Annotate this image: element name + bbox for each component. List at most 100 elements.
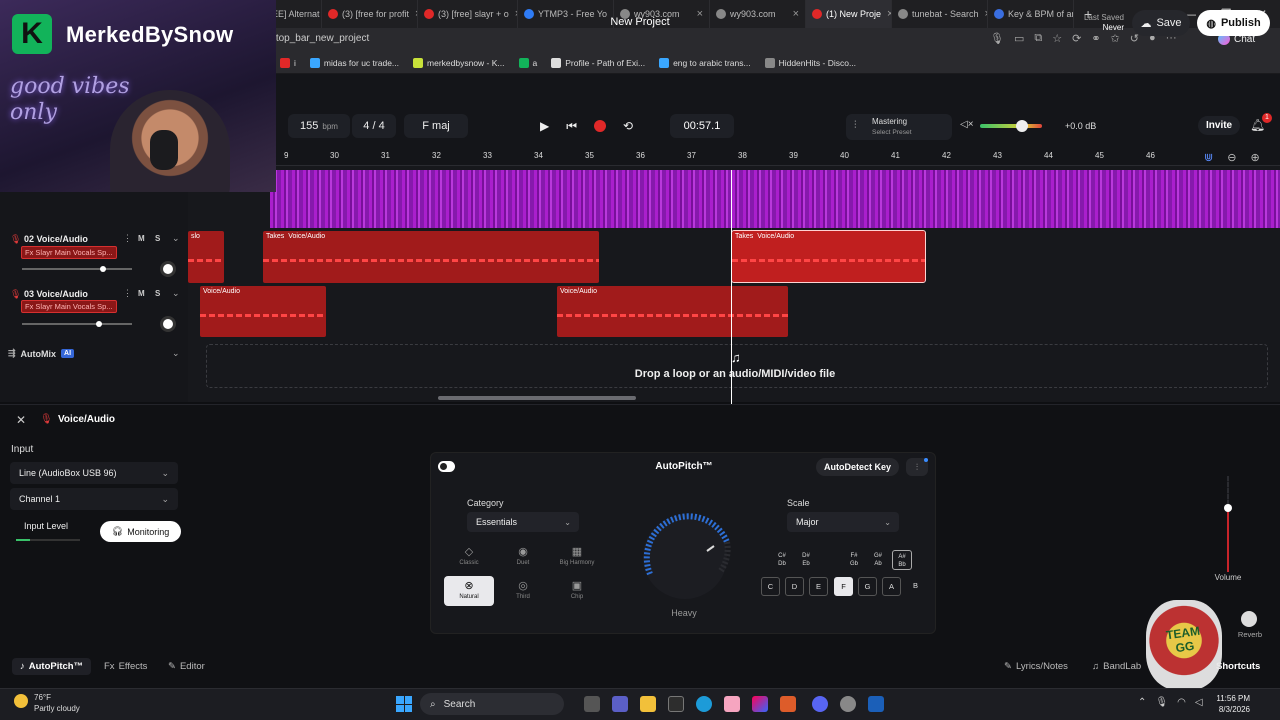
shortcuts-button[interactable]: Shortcuts	[1216, 661, 1260, 672]
save-button[interactable]: ☁ Save	[1132, 10, 1190, 36]
mic-icon[interactable]: 🎙	[990, 32, 1004, 45]
network-icon[interactable]: ◠	[1177, 697, 1186, 708]
sharp-key[interactable]: D# Eb	[796, 550, 816, 570]
publish-button[interactable]: ◍ Publish	[1197, 10, 1270, 36]
natural-key[interactable]: C	[761, 577, 780, 596]
sync-icon[interactable]: ⚭	[1091, 32, 1100, 45]
store-icon[interactable]	[668, 696, 684, 712]
style-option[interactable]: ▣ Chip	[552, 576, 602, 606]
input-device-select[interactable]: Line (AudioBox USB 96) ⌄	[10, 462, 178, 484]
reverb-knob[interactable]	[1241, 611, 1257, 627]
app-icon[interactable]	[868, 696, 884, 712]
slider-handle[interactable]	[100, 266, 106, 272]
beat-track-waveform[interactable]	[270, 170, 1280, 228]
browser-tab[interactable]: Key & BPM of an×	[988, 0, 1074, 28]
tab-close-icon[interactable]: ×	[787, 8, 799, 20]
browser-tab[interactable]: (1) New Proje×	[806, 0, 892, 28]
tab-effects[interactable]: Fx Effects	[104, 661, 147, 672]
autodetect-key-button[interactable]: AutoDetect Key	[816, 458, 899, 476]
style-option[interactable]: ⊗ Natural	[444, 576, 494, 606]
track-volume-slider[interactable]	[22, 266, 132, 272]
chevron-down-icon[interactable]: ⌄	[172, 233, 180, 244]
loop-icon[interactable]: ⟲	[623, 119, 633, 133]
tab-close-icon[interactable]: ×	[881, 8, 891, 20]
play-icon[interactable]: ▶	[540, 119, 549, 133]
chevron-down-icon[interactable]: ⌄	[172, 288, 180, 299]
natural-key[interactable]: A	[882, 577, 901, 596]
star-icon[interactable]: ☆	[1052, 32, 1062, 45]
natural-key[interactable]: B	[906, 577, 925, 596]
url-text[interactable]: =top_bar_new_project	[270, 33, 369, 44]
magnet-icon[interactable]: ⋓	[1204, 151, 1213, 164]
automix-row[interactable]: ⇶ AutoMix AI	[8, 348, 75, 359]
invite-button[interactable]: Invite	[1198, 116, 1241, 135]
natural-key[interactable]: E	[809, 577, 828, 596]
settings-icon[interactable]	[840, 696, 856, 712]
fx-preset-label[interactable]: Fx Slayr Main Vocals Sp...	[21, 246, 117, 259]
speaker-mute-icon[interactable]: ◁×	[960, 119, 974, 130]
mic-icon[interactable]: 🎙︎	[1155, 697, 1168, 708]
task-view-icon[interactable]	[584, 696, 600, 712]
translate-icon[interactable]: ⧉	[1034, 32, 1042, 45]
speaker-icon[interactable]: ◁	[1195, 697, 1203, 708]
track-name[interactable]: 03 Voice/Audio	[24, 289, 88, 299]
track-menu-icon[interactable]: ⋮	[123, 233, 132, 244]
natural-key[interactable]: D	[785, 577, 804, 596]
tab-lyrics[interactable]: ✎ Lyrics/Notes	[1004, 661, 1068, 672]
chevron-up-icon[interactable]: ⌃	[1138, 697, 1146, 708]
audio-clip-selected[interactable]: Takes Voice/Audio	[731, 230, 926, 283]
track-menu-icon[interactable]: ⋮	[123, 288, 132, 299]
windows-start-icon[interactable]	[396, 696, 412, 712]
style-option[interactable]: ▦ Big Harmony	[552, 542, 602, 572]
mastering-button[interactable]: ⫶ Mastering Select Preset	[846, 114, 952, 140]
horizontal-scrollbar[interactable]	[438, 396, 636, 400]
zoom-in-icon[interactable]: ⊕	[1250, 151, 1259, 164]
teams-icon[interactable]	[612, 696, 628, 712]
volume-fader[interactable]	[1212, 476, 1244, 572]
sharp-key[interactable]: G# Ab	[868, 550, 888, 570]
bookmark-item[interactable]: i	[280, 57, 296, 68]
browser-tab[interactable]: (3) [free] slayr + o×	[418, 0, 518, 28]
audio-clip[interactable]: Takes Voice/Audio	[263, 231, 599, 283]
weather-widget[interactable]: 76°F Partly cloudy	[14, 692, 80, 714]
skip-to-start-icon[interactable]: ⏮	[566, 119, 577, 134]
channel-select[interactable]: Channel 1 ⌄	[10, 488, 178, 510]
bookmark-item[interactable]: merkedbysnow - K...	[413, 57, 505, 68]
project-title[interactable]: New Project	[560, 16, 720, 28]
tab-autopitch[interactable]: ♪ AutoPitch™	[12, 658, 92, 675]
natural-key[interactable]: G	[858, 577, 877, 596]
tab-editor[interactable]: ✎ Editor	[168, 661, 205, 672]
clock[interactable]: 11:56 PM 8/3/2026	[1208, 693, 1250, 715]
timeline-ruler[interactable]: 9 30 31 32 33 34 35 36 37 38 39 40 41 42 43 44 45 46	[276, 148, 1280, 166]
autopitch-strength-dial[interactable]	[632, 504, 738, 610]
time-signature-field[interactable]: 4 / 4	[352, 114, 396, 138]
bookmark-item[interactable]: midas for uc trade...	[309, 57, 399, 68]
extension-icon[interactable]: ⟳	[1072, 32, 1081, 45]
fader-handle[interactable]	[1224, 504, 1232, 512]
sharp-key[interactable]: C# Db	[772, 550, 792, 570]
autopitch-toggle[interactable]	[438, 461, 455, 472]
key-field[interactable]: F maj	[404, 114, 468, 138]
browser-tab[interactable]: (3) [free for profit×	[322, 0, 418, 28]
monitoring-button[interactable]: 🎧︎ Monitoring	[100, 521, 181, 542]
solo-button[interactable]: S	[155, 234, 160, 243]
browser-tab[interactable]: tunebat - Search×	[892, 0, 988, 28]
tempo-field[interactable]: 155 bpm	[288, 114, 350, 138]
pan-knob[interactable]	[160, 261, 176, 277]
taskbar-search[interactable]: ⌕ Search	[420, 693, 564, 715]
pan-knob[interactable]	[160, 316, 176, 332]
audio-clip[interactable]: Voice/Audio	[200, 286, 326, 337]
audio-clip[interactable]: Voice/Audio	[557, 286, 788, 337]
style-option[interactable]: ◉ Duet	[498, 542, 548, 572]
powerpoint-icon[interactable]	[780, 696, 796, 712]
track-name[interactable]: 02 Voice/Audio	[24, 234, 88, 244]
volume-handle[interactable]	[1016, 120, 1028, 132]
browser-tab[interactable]: wy903.com ×	[710, 0, 806, 28]
solo-button[interactable]: S	[155, 289, 160, 298]
record-icon[interactable]	[594, 120, 607, 132]
app-icon[interactable]	[724, 696, 740, 712]
bookmark-item[interactable]: Profile - Path of Exi...	[551, 57, 645, 68]
mute-button[interactable]: M	[138, 234, 145, 243]
tab-close-icon[interactable]: ×	[409, 8, 417, 20]
style-option[interactable]: ◎ Third	[498, 576, 548, 606]
